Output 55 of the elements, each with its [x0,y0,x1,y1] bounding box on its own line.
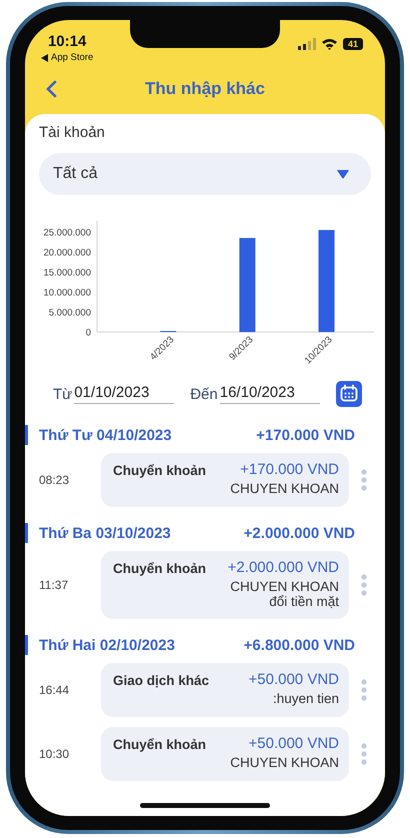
transaction-note: CHUYEN KHOAN đổi tiền mặt [229,579,339,609]
day-label: Thứ Ba 03/10/2023 [39,524,171,542]
more-icon[interactable] [361,743,367,765]
transaction-amount: +50.000 VND [248,735,339,752]
account-label: Tài khoản [39,124,105,141]
from-date-field[interactable]: 01/10/2023 [74,384,174,404]
transaction-category: Chuyển khoản [113,737,206,752]
y-axis-label: 15.000.000 [43,268,91,278]
transaction-amount: +170.000 VND [240,461,339,478]
status-time: 10:14 [48,34,86,50]
section-marker [25,635,28,655]
transaction-amount: +2.000.000 VND [228,559,339,576]
transaction-category: Chuyển khoản [113,561,206,576]
wifi-icon [320,38,338,50]
back-arrow-icon [41,54,48,62]
y-axis-label: 10.000.000 [43,288,91,298]
transaction-note: :huyen tien [272,691,339,706]
calendar-icon[interactable] [336,381,362,407]
day-total: +170.000 VND [256,426,355,444]
day-total: +2.000.000 VND [244,524,355,542]
transaction-time: 10:30 [39,747,70,761]
more-icon[interactable] [361,574,367,596]
page-title: Thu nhập khác [144,79,266,99]
signal-icon [298,38,316,50]
transaction-time: 08:23 [39,473,70,487]
to-label: Đến [190,386,218,402]
transaction-note: CHUYEN KHOAN [230,755,339,770]
y-axis-label: 20.000.000 [43,248,91,258]
account-dropdown[interactable]: Tất cả [39,153,371,195]
transaction-time: 16:44 [39,683,70,697]
transaction-card[interactable]: Giao dịch khác +50.000 VND :huyen tien [101,663,349,717]
back-to-app-link[interactable]: App Store [41,52,94,63]
day-label: Thứ Tư 04/10/2023 [39,426,172,444]
y-axis-label: 0 [86,328,91,338]
back-icon[interactable] [45,80,57,98]
more-icon[interactable] [361,679,367,701]
transaction-category: Chuyển khoản [113,463,206,478]
battery-level: 41 [342,38,363,50]
transaction-time: 11:37 [39,578,70,592]
transaction-amount: +50.000 VND [248,671,339,688]
transaction-card[interactable]: Chuyển khoản +170.000 VND CHUYEN KHOAN [101,453,349,507]
transaction-card[interactable]: Chuyển khoản +2.000.000 VND CHUYEN KHOAN đổi tiền mặt [101,551,349,619]
caret-icon [337,170,349,178]
section-marker [25,425,28,445]
more-icon[interactable] [361,469,367,491]
transaction-note: CHUYEN KHOAN [230,481,339,496]
day-total: +6.800.000 VND [244,636,355,654]
from-label: Từ [53,386,72,402]
transaction-category: Giao dịch khác [113,673,210,688]
to-date-field[interactable]: 16/10/2023 [220,384,320,404]
transaction-card[interactable]: Chuyển khoản +50.000 VND CHUYEN KHOAN [101,727,349,781]
day-label: Thứ Hai 02/10/2023 [39,636,175,654]
y-axis-label: 5.000.000 [48,308,91,318]
section-marker [25,523,28,543]
y-axis-label: 25.000.000 [43,228,91,238]
